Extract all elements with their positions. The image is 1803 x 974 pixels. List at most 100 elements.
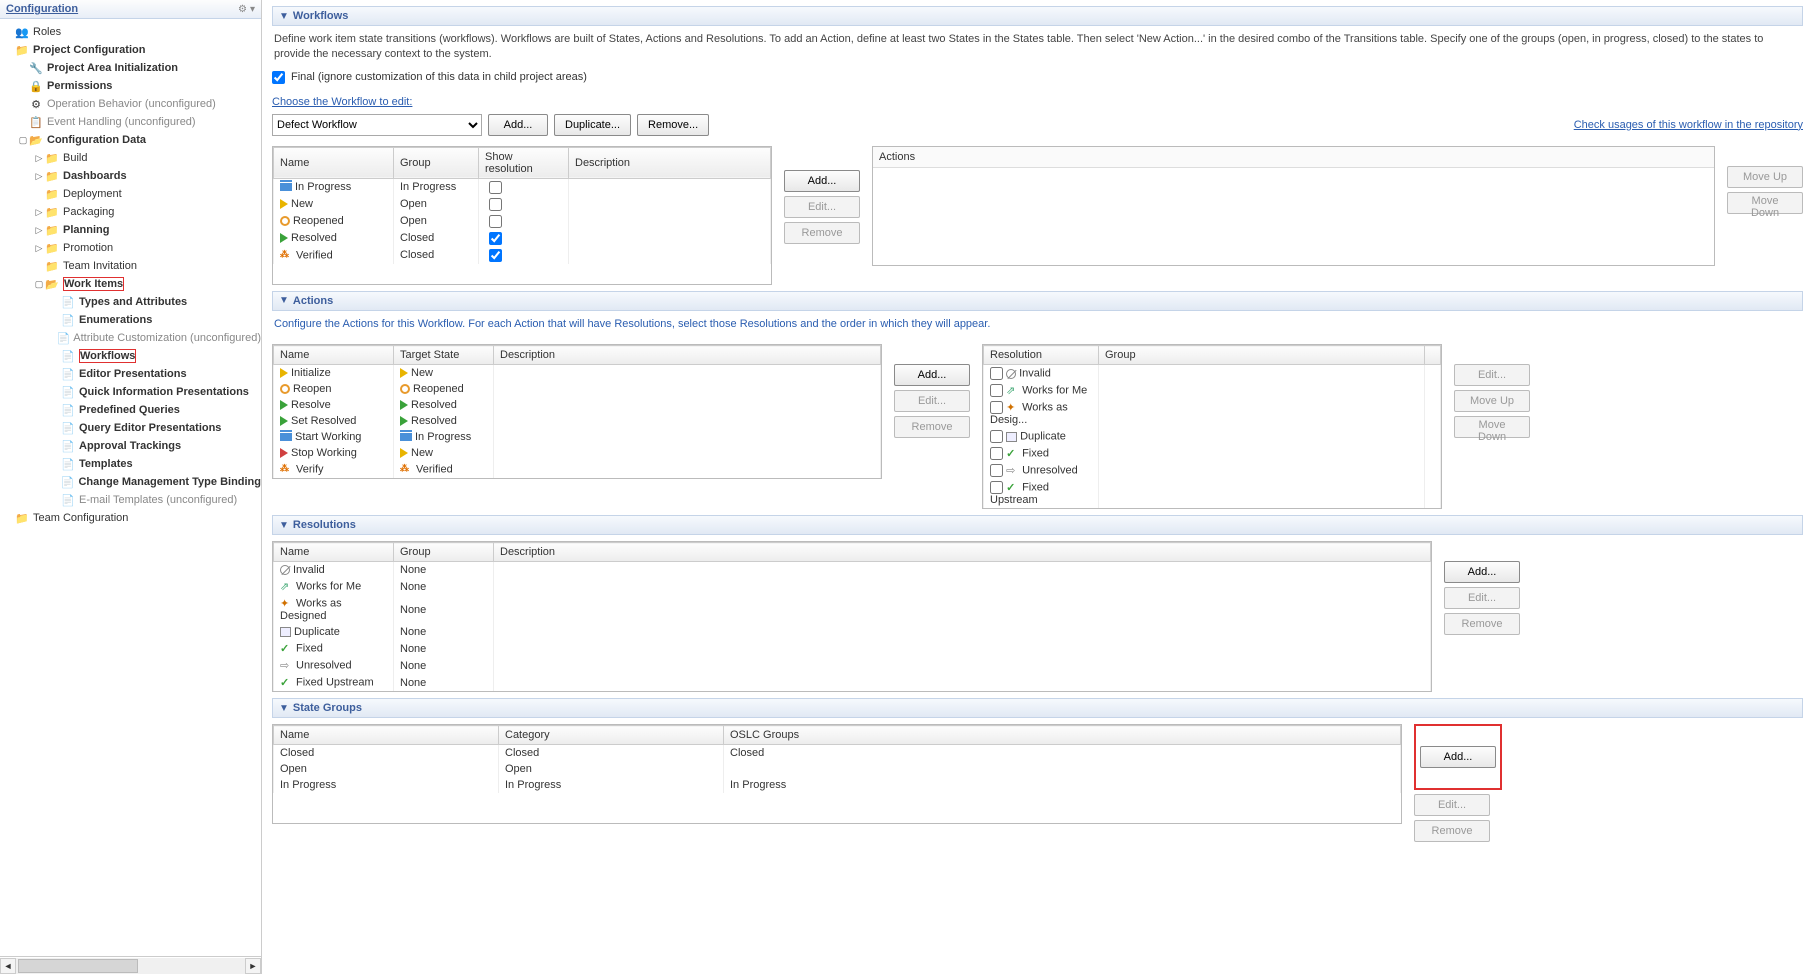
- table-row[interactable]: ✓Fixed Upstream: [984, 479, 1441, 508]
- tree-item[interactable]: 📁Deployment: [0, 185, 261, 203]
- tree-item[interactable]: 📄Quick Information Presentations: [0, 383, 261, 401]
- table-row[interactable]: ⇗Works for Me: [984, 382, 1441, 399]
- col-showres[interactable]: Show resolution: [479, 147, 569, 178]
- res-checkbox[interactable]: [990, 367, 1003, 380]
- check-usages-link[interactable]: Check usages of this workflow in the rep…: [1574, 119, 1803, 131]
- table-row[interactable]: ✦Works as DesignedNone: [274, 595, 1431, 624]
- res-checkbox[interactable]: [990, 401, 1003, 414]
- collapse-icon[interactable]: ▼: [279, 520, 289, 531]
- collapse-icon[interactable]: ▼: [279, 703, 289, 714]
- table-row[interactable]: ✓Fixed: [984, 445, 1441, 462]
- stategroups-section-header[interactable]: ▼ State Groups: [272, 698, 1803, 718]
- resolutions-section-header[interactable]: ▼ Resolutions: [272, 515, 1803, 535]
- tree-item[interactable]: 📄E-mail Templates (unconfigured): [0, 491, 261, 509]
- tree-item[interactable]: 📄Predefined Queries: [0, 401, 261, 419]
- tree-item[interactable]: 📁Project Configuration: [0, 41, 261, 59]
- table-row[interactable]: ⁂VerifiedClosed: [274, 247, 771, 264]
- actions-add-button[interactable]: Add...: [894, 364, 970, 386]
- states-remove-button[interactable]: Remove: [784, 222, 860, 244]
- res-movedown-button[interactable]: Move Down: [1454, 416, 1530, 438]
- tree-item[interactable]: 📄Approval Trackings: [0, 437, 261, 455]
- col-group[interactable]: Group: [1099, 346, 1425, 365]
- tree-item[interactable]: ▷📁Build: [0, 149, 261, 167]
- table-row[interactable]: ✓Fixed UpstreamNone: [274, 674, 1431, 691]
- tree-item[interactable]: 📄Enumerations: [0, 311, 261, 329]
- table-row[interactable]: ⁂Verify⁂Verified: [274, 461, 881, 478]
- tool-icon[interactable]: ⚙: [238, 4, 247, 15]
- resolutions-add-button[interactable]: Add...: [1444, 561, 1520, 583]
- actions-edit-button[interactable]: Edit...: [894, 390, 970, 412]
- col-res[interactable]: Resolution: [984, 346, 1099, 365]
- showres-checkbox[interactable]: [489, 215, 502, 228]
- collapse-icon[interactable]: ▼: [279, 11, 289, 22]
- tree-item[interactable]: ▷📁Planning: [0, 221, 261, 239]
- table-row[interactable]: InvalidNone: [274, 562, 1431, 579]
- stategroups-add-button[interactable]: Add...: [1420, 746, 1496, 768]
- table-row[interactable]: ⇨Unresolved: [984, 462, 1441, 479]
- res-checkbox[interactable]: [990, 430, 1003, 443]
- collapse-icon[interactable]: ▼: [279, 295, 289, 306]
- tree-item[interactable]: ▢📂Configuration Data: [0, 131, 261, 149]
- col-group[interactable]: Group: [394, 147, 479, 178]
- tree-item[interactable]: ▢📂Work Items: [0, 275, 261, 293]
- tree-item[interactable]: 👥Roles: [0, 23, 261, 41]
- col-group[interactable]: Group: [394, 543, 494, 562]
- table-row[interactable]: In ProgressIn Progress: [274, 178, 771, 196]
- table-row[interactable]: ClosedClosedClosed: [274, 745, 1401, 762]
- tree-item[interactable]: 🔒Permissions: [0, 77, 261, 95]
- table-row[interactable]: Invalid: [984, 365, 1441, 383]
- col-name[interactable]: Name: [274, 726, 499, 745]
- table-row[interactable]: ⇗Works for MeNone: [274, 578, 1431, 595]
- table-row[interactable]: ResolvedClosed: [274, 230, 771, 247]
- col-desc[interactable]: Description: [494, 346, 881, 365]
- showres-checkbox[interactable]: [489, 232, 502, 245]
- col-desc[interactable]: Description: [494, 543, 1431, 562]
- table-row[interactable]: InitializeNew: [274, 365, 881, 382]
- table-row[interactable]: ⇨UnresolvedNone: [274, 657, 1431, 674]
- table-row[interactable]: Set ResolvedResolved: [274, 413, 881, 429]
- stategroups-edit-button[interactable]: Edit...: [1414, 794, 1490, 816]
- actions-section-header[interactable]: ▼ Actions: [272, 291, 1803, 311]
- table-row[interactable]: Stop WorkingNew: [274, 445, 881, 461]
- final-checkbox[interactable]: [272, 71, 285, 84]
- moveup-button[interactable]: Move Up: [1727, 166, 1803, 188]
- tree-item[interactable]: 📄Attribute Customization (unconfigured): [0, 329, 261, 347]
- states-add-button[interactable]: Add...: [784, 170, 860, 192]
- scroll-left[interactable]: ◄: [0, 958, 16, 974]
- table-row[interactable]: Duplicate: [984, 428, 1441, 445]
- scroll-thumb[interactable]: [18, 959, 138, 973]
- table-row[interactable]: ✦Works as Desig...: [984, 399, 1441, 428]
- table-row[interactable]: NewOpen: [274, 196, 771, 213]
- config-tree[interactable]: 👥Roles📁Project Configuration🔧Project Are…: [0, 19, 261, 956]
- movedown-button[interactable]: Move Down: [1727, 192, 1803, 214]
- remove-workflow-button[interactable]: Remove...: [637, 114, 709, 136]
- tree-item[interactable]: 📁Team Invitation: [0, 257, 261, 275]
- col-desc[interactable]: Description: [569, 147, 771, 178]
- col-cat[interactable]: Category: [499, 726, 724, 745]
- res-edit-button[interactable]: Edit...: [1454, 364, 1530, 386]
- tree-item[interactable]: 🔧Project Area Initialization: [0, 59, 261, 77]
- tree-item[interactable]: 📄Workflows: [0, 347, 261, 365]
- showres-checkbox[interactable]: [489, 249, 502, 262]
- scroll-track[interactable]: [16, 958, 245, 974]
- tree-item[interactable]: 📄Types and Attributes: [0, 293, 261, 311]
- twisty-icon[interactable]: ▷: [34, 171, 44, 182]
- table-row[interactable]: DuplicateNone: [274, 624, 1431, 640]
- table-row[interactable]: OpenOpen: [274, 761, 1401, 777]
- res-moveup-button[interactable]: Move Up: [1454, 390, 1530, 412]
- res-checkbox[interactable]: [990, 447, 1003, 460]
- col-target[interactable]: Target State: [394, 346, 494, 365]
- twisty-icon[interactable]: ▢: [18, 135, 28, 146]
- tree-item[interactable]: 📄Editor Presentations: [0, 365, 261, 383]
- showres-checkbox[interactable]: [489, 198, 502, 211]
- table-row[interactable]: ReopenedOpen: [274, 213, 771, 230]
- scroll-right[interactable]: ►: [245, 958, 261, 974]
- tree-item[interactable]: ▷📁Promotion: [0, 239, 261, 257]
- twisty-icon[interactable]: ▷: [34, 153, 44, 164]
- col-name[interactable]: Name: [274, 147, 394, 178]
- twisty-icon[interactable]: ▷: [34, 243, 44, 254]
- actions-remove-button[interactable]: Remove: [894, 416, 970, 438]
- col-name[interactable]: Name: [274, 543, 394, 562]
- col-name[interactable]: Name: [274, 346, 394, 365]
- col-oslc[interactable]: OSLC Groups: [724, 726, 1401, 745]
